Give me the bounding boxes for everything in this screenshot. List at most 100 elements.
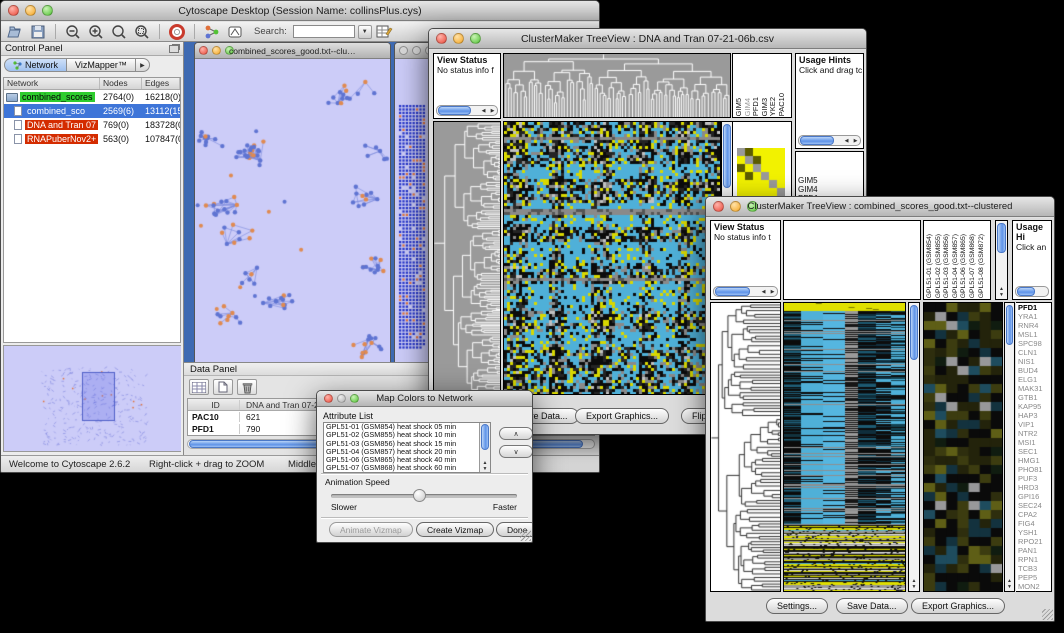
scroll-left-icon[interactable]: ◀: [479, 108, 488, 114]
vertical-scrollbar[interactable]: ▲▼: [908, 302, 920, 592]
heatmap-panel[interactable]: [783, 302, 906, 592]
move-down-button[interactable]: ∨: [499, 445, 533, 458]
open-folder-icon[interactable]: [5, 23, 25, 40]
delete-attribute-icon[interactable]: [237, 379, 257, 395]
main-titlebar[interactable]: Cytoscape Desktop (Session Name: collins…: [1, 1, 599, 21]
heatmap-canvas[interactable]: [784, 303, 905, 591]
scrollbar-thumb[interactable]: [800, 136, 834, 145]
column-dendrogram-canvas[interactable]: [504, 54, 730, 117]
scroll-left-icon[interactable]: ◀: [842, 138, 851, 144]
network-list-row[interactable]: combined_scores2764(0)16218(0): [4, 90, 180, 104]
zoom-heatmap-panel[interactable]: [923, 302, 1003, 592]
treeview1-titlebar[interactable]: ClusterMaker TreeView : DNA and Tran 07-…: [429, 29, 866, 49]
zoom-heatmap-canvas[interactable]: [924, 303, 1002, 591]
gene-label: PAN1: [1016, 546, 1051, 555]
save-icon[interactable]: [28, 23, 48, 40]
zoom-selected-icon[interactable]: [132, 23, 152, 40]
close-button[interactable]: [399, 46, 408, 55]
vizmapper-icon[interactable]: [225, 23, 245, 40]
column-header-nodes[interactable]: Nodes: [100, 78, 142, 89]
network-nodes-icon[interactable]: [202, 23, 222, 40]
scroll-down-icon[interactable]: ▼: [1007, 584, 1012, 590]
search-dropdown-button[interactable]: ▼: [358, 25, 372, 39]
network-graph-canvas[interactable]: [195, 59, 390, 365]
scrollbar-thumb[interactable]: [715, 287, 750, 296]
slider-thumb[interactable]: [413, 489, 426, 502]
scrollbar-thumb[interactable]: [997, 223, 1006, 253]
select-attributes-icon[interactable]: [189, 379, 209, 395]
move-up-button[interactable]: ∧: [499, 427, 533, 440]
column-header-id[interactable]: ID: [188, 400, 240, 410]
zoom-matrix-canvas[interactable]: [737, 148, 785, 196]
network-overview-panel[interactable]: [3, 345, 181, 452]
horizontal-scrollbar[interactable]: ◀ ▶: [436, 105, 498, 116]
table-edit-icon[interactable]: [375, 23, 395, 40]
network-name-cell: DNA and Tran 07: [4, 120, 100, 130]
search-input[interactable]: [293, 25, 355, 38]
scroll-down-icon[interactable]: ▼: [912, 584, 917, 590]
scrollbar-thumb[interactable]: [910, 305, 918, 360]
zoom-in-icon[interactable]: [86, 23, 106, 40]
new-attribute-icon[interactable]: [213, 379, 233, 395]
resize-grip[interactable]: [1042, 609, 1053, 620]
overview-canvas[interactable]: [4, 346, 181, 451]
gene-label: YRA1: [1016, 312, 1051, 321]
column-dendrogram-panel[interactable]: [783, 220, 921, 300]
export-graphics-button[interactable]: Export Graphics...: [575, 408, 669, 424]
heatmap-canvas[interactable]: [504, 122, 720, 394]
treeview1-title: ClusterMaker TreeView : DNA and Tran 07-…: [429, 33, 866, 45]
tab-vizmapper[interactable]: VizMapper™: [67, 58, 136, 72]
network-edges-cell: 13112(15): [142, 106, 180, 116]
horizontal-scrollbar[interactable]: [1015, 286, 1049, 297]
vertical-scrollbar[interactable]: ▲▼: [479, 423, 490, 472]
scrollbar-thumb[interactable]: [1017, 287, 1035, 296]
help-lifering-icon[interactable]: [167, 23, 187, 40]
scroll-right-icon[interactable]: ▶: [851, 138, 860, 144]
minimize-button[interactable]: [412, 46, 421, 55]
animate-vizmap-button[interactable]: Animate Vizmap: [329, 522, 413, 537]
zoom-out-icon[interactable]: [63, 23, 83, 40]
scrollbar-thumb[interactable]: [438, 106, 471, 115]
network-edges-cell: 183728(0): [142, 120, 180, 130]
horizontal-scrollbar[interactable]: ◀ ▶: [713, 286, 778, 297]
settings-button[interactable]: Settings...: [766, 598, 828, 614]
scrollbar-thumb[interactable]: [1006, 305, 1013, 345]
zoom-fit-icon[interactable]: [109, 23, 129, 40]
network-list-row[interactable]: DNA and Tran 07769(0)183728(0): [4, 118, 180, 132]
tab-overflow-button[interactable]: ▶: [136, 58, 150, 72]
scroll-down-icon[interactable]: ▼: [483, 466, 488, 472]
network-list-row[interactable]: RNAPuberNov2+563(0)107847(0): [4, 132, 180, 146]
export-graphics-button[interactable]: Export Graphics...: [911, 598, 1005, 614]
column-header-edges[interactable]: Edges: [142, 78, 180, 89]
network-tab-icon: [13, 61, 22, 70]
vertical-scrollbar[interactable]: ▲▼: [995, 220, 1008, 300]
create-vizmap-button[interactable]: Create Vizmap: [416, 522, 494, 537]
row-dendrogram-panel[interactable]: [710, 302, 781, 592]
scrollbar-thumb[interactable]: [481, 424, 489, 450]
scrollbar-thumb[interactable]: [723, 124, 731, 188]
row-dendrogram-panel[interactable]: [433, 121, 501, 395]
resize-grip[interactable]: [520, 530, 531, 541]
vertical-scrollbar[interactable]: ▲▼: [1004, 302, 1015, 592]
column-dendrogram-panel[interactable]: [503, 53, 731, 118]
network-list-row[interactable]: combined_sco2569(6)13112(15): [4, 104, 180, 118]
column-header-network[interactable]: Network: [4, 78, 100, 89]
network-view-window[interactable]: combined_scores_good.txt--cluste...: [194, 42, 391, 366]
dialog-titlebar[interactable]: Map Colors to Network: [317, 391, 532, 407]
float-panel-icon[interactable]: [169, 45, 179, 53]
scroll-right-icon[interactable]: ▶: [488, 108, 497, 114]
tab-network[interactable]: Network: [4, 58, 67, 72]
row-dendrogram-canvas[interactable]: [711, 303, 780, 591]
gene-label: MSL1: [1016, 330, 1051, 339]
scroll-down-icon[interactable]: ▼: [999, 292, 1004, 298]
scroll-left-icon[interactable]: ◀: [759, 289, 768, 295]
attribute-list-item[interactable]: GPL51-07 (GSM868) heat shock 60 min: [324, 464, 490, 472]
horizontal-scrollbar[interactable]: ◀ ▶: [798, 135, 861, 146]
scroll-right-icon[interactable]: ▶: [768, 289, 777, 295]
save-data-button[interactable]: Save Data...: [836, 598, 908, 614]
row-dendrogram-canvas[interactable]: [434, 122, 500, 394]
treeview2-titlebar[interactable]: ClusterMaker TreeView : combined_scores_…: [706, 197, 1054, 217]
heatmap-panel[interactable]: [503, 121, 721, 395]
animation-speed-slider[interactable]: [331, 494, 517, 498]
array-label: GPL51-06 (GSM865): [960, 234, 969, 298]
